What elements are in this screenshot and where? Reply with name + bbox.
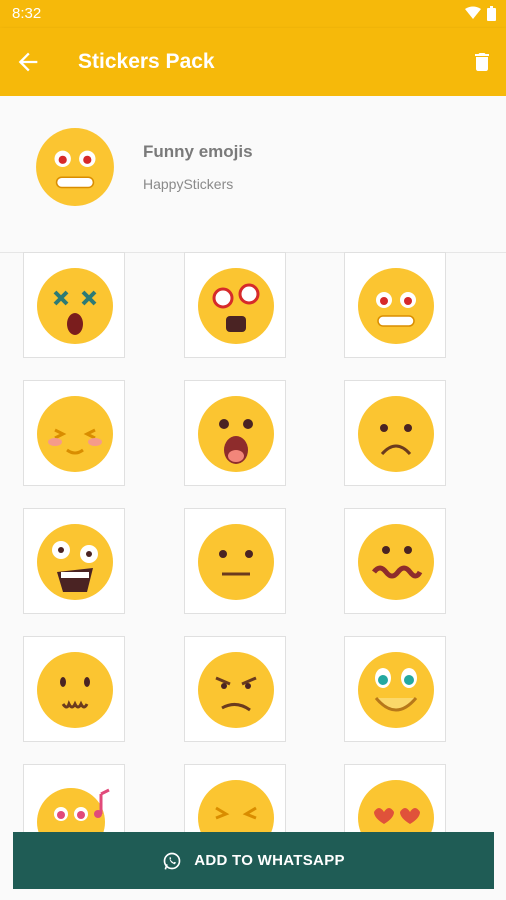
sticker-confused-face[interactable] [344,508,446,614]
delete-icon[interactable] [470,48,494,76]
frown-face-icon [358,396,434,472]
pack-name: Funny emojis [143,142,253,161]
sticker-frown-face[interactable] [344,380,446,486]
sticker-blushing-face[interactable] [23,380,125,486]
sticker-annoyed-face[interactable] [184,636,286,742]
sticker-shocked-face[interactable] [184,252,286,358]
shocked-face-icon [198,268,274,344]
status-bar: 8:32 [0,0,506,28]
blushing-face-icon [37,396,113,472]
sticker-angry-grimace[interactable] [344,252,446,358]
sticker-cute-face[interactable] [23,636,125,742]
neutral-face-icon [198,524,274,600]
add-to-whatsapp-button[interactable]: ADD TO WHATSAPP [13,832,494,889]
add-to-whatsapp-label: ADD TO WHATSAPP [194,852,345,869]
pack-header: Funny emojis HappyStickers [0,96,506,253]
sticker-dizzy-face[interactable] [23,252,125,358]
cute-face-icon [37,652,113,728]
sticker-open-mouth-face[interactable] [184,380,286,486]
whatsapp-icon [163,852,181,870]
battery-icon [487,6,496,21]
angry-grimace-icon [358,268,434,344]
annoyed-face-icon [198,652,274,728]
sticker-screaming-face[interactable] [23,508,125,614]
tray-icon [36,128,114,206]
big-smile-face-icon [358,652,434,728]
screaming-face-icon [37,524,113,600]
dizzy-face-icon [37,268,113,344]
sticker-neutral-face[interactable] [184,508,286,614]
confused-face-icon [358,524,434,600]
page-title: Stickers Pack [78,50,215,73]
wifi-icon [465,6,481,19]
pack-publisher: HappyStickers [143,176,234,192]
sticker-grid [0,252,506,900]
status-time: 8:32 [12,5,42,22]
sticker-big-smile-face[interactable] [344,636,446,742]
open-mouth-face-icon [198,396,274,472]
app-bar: Stickers Pack [0,28,506,96]
back-arrow-icon[interactable] [14,48,42,76]
